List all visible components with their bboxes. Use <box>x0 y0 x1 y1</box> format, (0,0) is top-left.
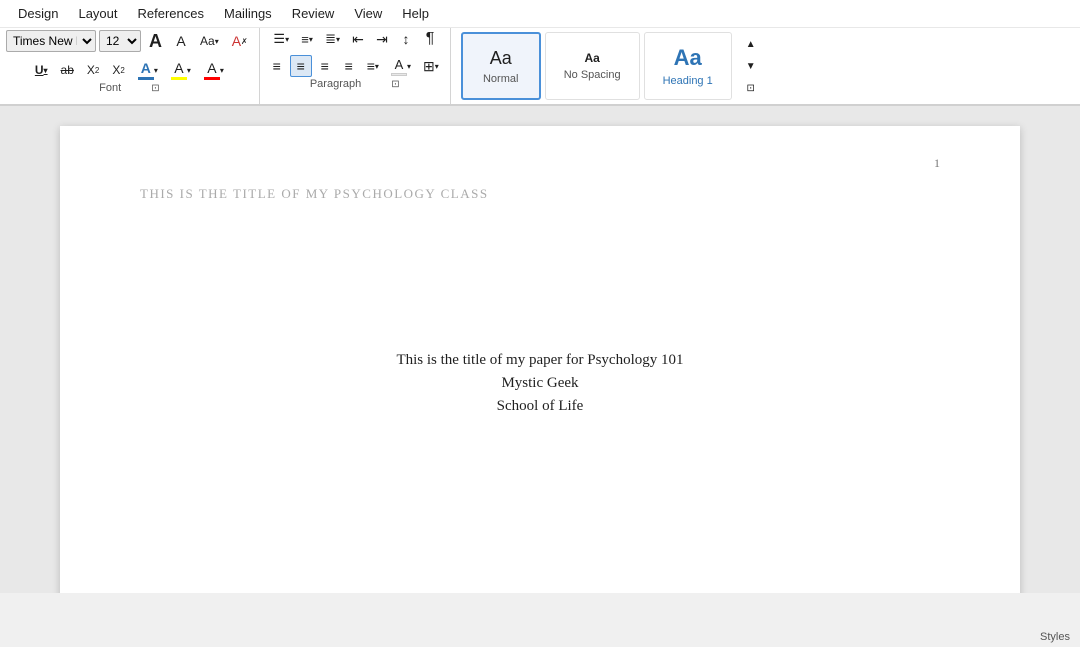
highlight-button[interactable]: A ▾ <box>166 59 196 81</box>
font-row2: U▾ ab X2 X2 A ▾ A ▾ A ▾ <box>30 59 229 81</box>
font-size-select[interactable]: 12 <box>99 30 141 52</box>
shading-button[interactable]: A ▾ <box>386 55 416 77</box>
style-no-spacing-label: No Spacing <box>564 69 621 81</box>
menu-references[interactable]: References <box>128 2 214 25</box>
font-family-select[interactable]: Times New Roman <box>6 30 96 52</box>
borders-button[interactable]: ⊞ ▾ <box>418 55 444 77</box>
menu-view[interactable]: View <box>344 2 392 25</box>
font-section-label: Font ⊡ <box>93 81 165 95</box>
paragraph-section-label: Paragraph ⊡ <box>304 77 406 91</box>
page-number: 1 <box>934 156 940 171</box>
justify-button[interactable]: ≡ <box>338 55 360 77</box>
decrease-indent-button[interactable]: ⇤ <box>347 28 369 50</box>
style-heading1-label: Heading 1 <box>663 75 713 87</box>
underline-button[interactable]: U▾ <box>30 59 53 81</box>
superscript-button[interactable]: X2 <box>107 59 129 81</box>
font-section: Times New Roman 12 A A Aa ▾ A✗ U▾ ab X2 … <box>0 28 260 104</box>
doc-header-title: THIS IS THE TITLE OF MY PSYCHOLOGY CLASS <box>140 186 489 202</box>
subscript-button[interactable]: X2 <box>82 59 104 81</box>
style-normal-button[interactable]: Aa Normal <box>461 32 541 100</box>
style-no-spacing-button[interactable]: Aa No Spacing <box>545 32 640 100</box>
line-spacing-button[interactable]: ≡ ▾ <box>362 55 384 77</box>
strikethrough-button[interactable]: ab <box>56 59 79 81</box>
styles-more[interactable]: ⊡ <box>740 77 762 99</box>
style-heading1-button[interactable]: Aa Heading 1 <box>644 32 732 100</box>
change-case-button[interactable]: Aa ▾ <box>195 30 224 52</box>
doc-header: THIS IS THE TITLE OF MY PSYCHOLOGY CLASS… <box>140 186 940 202</box>
menu-layout[interactable]: Layout <box>68 2 127 25</box>
toolbar: Times New Roman 12 A A Aa ▾ A✗ U▾ ab X2 … <box>0 28 1080 105</box>
numbered-list-button[interactable]: ≡▾ <box>296 28 318 50</box>
menu-review[interactable]: Review <box>282 2 345 25</box>
style-normal-preview: Aa <box>490 48 512 69</box>
menu-mailings[interactable]: Mailings <box>214 2 282 25</box>
align-right-button[interactable]: ≡ <box>314 55 336 77</box>
decrease-font-button[interactable]: A <box>170 30 192 52</box>
styles-scroll-up[interactable]: ▲ <box>740 33 762 55</box>
styles-scroll-down[interactable]: ▼ <box>740 55 762 77</box>
doc-main-title: This is the title of my paper for Psycho… <box>396 352 683 369</box>
document-page: THIS IS THE TITLE OF MY PSYCHOLOGY CLASS… <box>60 126 1020 593</box>
para-row1: ☰▾ ≡▾ ≣▾ ⇤ ⇥ ↕ ¶ <box>268 28 441 50</box>
bullet-list-button[interactable]: ☰▾ <box>268 28 294 50</box>
menu-help[interactable]: Help <box>392 2 439 25</box>
style-normal-label: Normal <box>483 73 518 85</box>
document-area: THIS IS THE TITLE OF MY PSYCHOLOGY CLASS… <box>0 106 1080 593</box>
paragraph-section: ☰▾ ≡▾ ≣▾ ⇤ ⇥ ↕ ¶ ≡ ≡ ≡ <box>260 28 451 104</box>
menu-design[interactable]: Design <box>8 2 68 25</box>
doc-body: This is the title of my paper for Psycho… <box>140 352 940 415</box>
style-heading1-preview: Aa <box>674 45 702 71</box>
doc-school: School of Life <box>497 398 584 415</box>
font-row1: Times New Roman 12 A A Aa ▾ A✗ <box>6 28 253 54</box>
multilevel-list-button[interactable]: ≣▾ <box>320 28 345 50</box>
align-left-button[interactable]: ≡ <box>266 55 288 77</box>
style-no-spacing-preview: Aa <box>584 51 599 65</box>
clear-format-button[interactable]: A✗ <box>227 30 253 52</box>
increase-font-button[interactable]: A <box>144 28 167 54</box>
para-row2: ≡ ≡ ≡ ≡ ≡ ▾ A ▾ ⊞ ▾ <box>266 55 444 77</box>
increase-indent-button[interactable]: ⇥ <box>371 28 393 50</box>
doc-author: Mystic Geek <box>501 375 578 392</box>
sort-button[interactable]: ↕ <box>395 28 417 50</box>
styles-section-label: Styles <box>1040 631 1070 643</box>
styles-section: Aa Normal Aa No Spacing Aa Heading 1 ▲ ▼… <box>451 28 1080 104</box>
menu-bar: Design Layout References Mailings Review… <box>0 0 1080 28</box>
show-paragraph-button[interactable]: ¶ <box>419 28 441 50</box>
text-color-button[interactable]: A ▾ <box>199 59 229 81</box>
align-center-button[interactable]: ≡ <box>290 55 312 77</box>
font-color-button[interactable]: A ▾ <box>133 59 163 81</box>
